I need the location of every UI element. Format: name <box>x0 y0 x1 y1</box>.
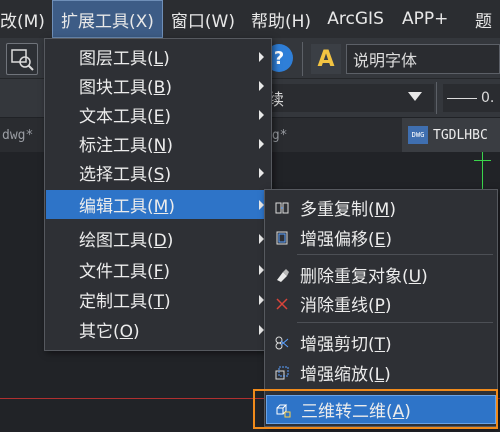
zoom-window-icon <box>11 49 34 71</box>
tab-doc-middle[interactable]: wg* <box>264 118 324 152</box>
text-style-combo[interactable]: 说明字体 <box>346 44 500 74</box>
tab-doc-active-label: TGDLHBC <box>433 127 488 143</box>
menu-item-dimension-tools[interactable]: 标注工具(N) <box>46 129 270 158</box>
menu-divider <box>297 322 493 323</box>
menu-divider <box>297 254 493 255</box>
menu-item-label: 其它(O) <box>79 322 140 342</box>
chevron-right-icon <box>259 52 264 62</box>
menu-item-other[interactable]: 其它(O) <box>46 315 270 344</box>
menu-item-select-tools[interactable]: 选择工具(S) <box>46 158 270 187</box>
submenu-item-label: 删除重复对象(U) <box>300 267 428 287</box>
submenu-item-label: 增强偏移(E) <box>300 230 393 250</box>
crosshair-tick <box>474 160 491 161</box>
menu-app-plus[interactable]: APP+ <box>394 0 467 38</box>
help-icon: ? <box>273 47 285 69</box>
submenu-item-label: 消除重线(P) <box>300 296 392 316</box>
submenu-item-scale[interactable]: 增强缩放(L) <box>266 358 496 387</box>
menu-more[interactable]: 题 <box>467 0 500 38</box>
chevron-right-icon <box>259 81 264 91</box>
delete-duplicates-icon <box>272 265 292 285</box>
menu-item-label: 图块工具(B) <box>79 78 172 98</box>
text-style-icon: A <box>317 46 335 72</box>
multi-copy-icon <box>272 198 292 218</box>
submenu-item-label: 增强剪切(T) <box>300 335 392 355</box>
text-style-button[interactable]: A <box>311 44 341 74</box>
submenu-item-trim[interactable]: 增强剪切(T) <box>266 328 496 357</box>
menubar: 改(M) 扩展工具(X) 窗口(W) 帮助(H) ArcGIS APP+ 题 <box>0 0 500 38</box>
menu-help[interactable]: 帮助(H) <box>243 0 319 38</box>
menu-modify[interactable]: 改(M) <box>0 0 52 38</box>
zoom-window-button[interactable] <box>6 43 38 75</box>
scale-icon <box>272 363 292 383</box>
menu-arcgis[interactable]: ArcGIS <box>319 0 394 38</box>
submenu-item-remove-overlap[interactable]: 消除重线(P) <box>266 289 496 318</box>
menu-item-layer-tools[interactable]: 图层工具(L) <box>46 42 270 71</box>
menu-item-label: 编辑工具(M) <box>79 197 175 217</box>
menu-item-custom-tools[interactable]: 定制工具(T) <box>46 285 270 314</box>
trim-icon <box>272 333 292 353</box>
submenu-item-multi-copy[interactable]: 多重复制(M) <box>266 193 496 222</box>
lineweight-value: 0. <box>481 90 495 106</box>
menu-item-label: 定制工具(T) <box>79 292 171 312</box>
submenu-item-label: 增强缩放(L) <box>300 365 391 385</box>
menu-item-label: 选择工具(S) <box>79 165 172 185</box>
menu-item-label: 文件工具(F) <box>79 262 171 282</box>
chevron-right-icon <box>259 110 264 120</box>
menu-item-block-tools[interactable]: 图块工具(B) <box>46 71 270 100</box>
submenu-item-delete-duplicates[interactable]: 删除重复对象(U) <box>266 260 496 289</box>
menu-item-label: 标注工具(N) <box>79 136 173 156</box>
menu-item-draw-tools[interactable]: 绘图工具(D) <box>46 224 270 253</box>
menu-item-label: 图层工具(L) <box>79 49 170 69</box>
menu-window[interactable]: 窗口(W) <box>163 0 243 38</box>
chevron-down-icon[interactable] <box>408 92 422 101</box>
menu-item-text-tools[interactable]: 文本工具(E) <box>46 100 270 129</box>
line-sample-icon <box>447 97 477 99</box>
submenu-item-label: 多重复制(M) <box>300 200 396 220</box>
toolbar-separator <box>436 82 437 114</box>
menu-item-edit-tools[interactable]: 编辑工具(M) <box>46 190 270 219</box>
menu-extensions[interactable]: 扩展工具(X) <box>52 0 163 38</box>
remove-overlap-icon <box>272 294 292 314</box>
offset-icon <box>272 228 292 248</box>
menu-item-label: 绘图工具(D) <box>79 231 174 251</box>
extensions-dropdown: 图层工具(L) 图块工具(B) 文本工具(E) 标注工具(N) 选择工具(S) … <box>44 38 272 351</box>
menu-item-file-tools[interactable]: 文件工具(F) <box>46 255 270 284</box>
submenu-item-offset[interactable]: 增强偏移(E) <box>266 223 496 252</box>
chevron-right-icon <box>259 139 264 149</box>
callout-highlight-box <box>253 389 498 429</box>
dwg-file-icon: DWG <box>408 126 428 144</box>
toolbar-separator <box>302 42 303 76</box>
menu-item-label: 文本工具(E) <box>79 107 172 127</box>
lineweight-combo[interactable]: 0. <box>443 84 500 112</box>
chevron-right-icon <box>259 168 264 178</box>
tab-doc-active[interactable]: DWG TGDLHBC <box>402 118 500 152</box>
